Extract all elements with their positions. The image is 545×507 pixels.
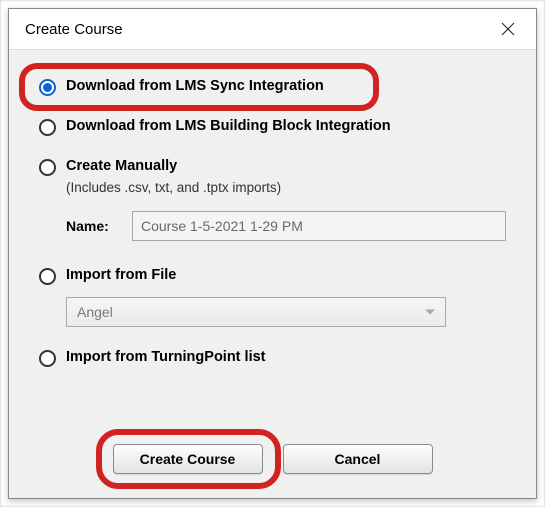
option-label: Import from TurningPoint list xyxy=(66,349,266,365)
dropdown-value: Angel xyxy=(77,304,113,320)
chevron-down-icon xyxy=(425,310,435,315)
button-label: Cancel xyxy=(335,451,381,467)
option-import-tp-list[interactable]: Import from TurningPoint list xyxy=(39,349,506,367)
name-label: Name: xyxy=(66,218,120,234)
cancel-button[interactable]: Cancel xyxy=(283,444,433,474)
radio-import-tp-list[interactable] xyxy=(39,350,56,367)
option-lms-sync[interactable]: Download from LMS Sync Integration xyxy=(39,78,506,96)
option-sublabel: (Includes .csv, txt, and .tptx imports) xyxy=(66,180,506,195)
option-label: Download from LMS Building Block Integra… xyxy=(66,118,391,134)
option-label: Import from File xyxy=(66,267,176,283)
close-icon xyxy=(501,22,515,36)
course-name-value: Course 1-5-2021 1-29 PM xyxy=(141,218,303,234)
close-button[interactable] xyxy=(492,13,524,45)
titlebar: Create Course xyxy=(9,9,536,49)
dialog-footer: Create Course Cancel xyxy=(39,434,506,478)
radio-create-manually[interactable] xyxy=(39,159,56,176)
dialog-title: Create Course xyxy=(25,21,123,38)
radio-lms-sync[interactable] xyxy=(39,79,56,96)
option-label: Download from LMS Sync Integration xyxy=(66,78,324,94)
button-label: Create Course xyxy=(140,451,236,467)
course-name-input[interactable]: Course 1-5-2021 1-29 PM xyxy=(132,211,506,241)
radio-lms-building-block[interactable] xyxy=(39,119,56,136)
dialog-body: Download from LMS Sync Integration Downl… xyxy=(9,49,536,498)
create-course-button[interactable]: Create Course xyxy=(113,444,263,474)
option-create-manually[interactable]: Create Manually (Includes .csv, txt, and… xyxy=(39,158,506,241)
option-lms-building-block[interactable]: Download from LMS Building Block Integra… xyxy=(39,118,506,136)
create-course-dialog: Create Course Download from LMS Sync Int… xyxy=(8,8,537,499)
option-import-from-file[interactable]: Import from File xyxy=(39,267,506,285)
import-file-dropdown[interactable]: Angel xyxy=(66,297,446,327)
radio-import-file[interactable] xyxy=(39,268,56,285)
option-label: Create Manually xyxy=(66,158,506,174)
